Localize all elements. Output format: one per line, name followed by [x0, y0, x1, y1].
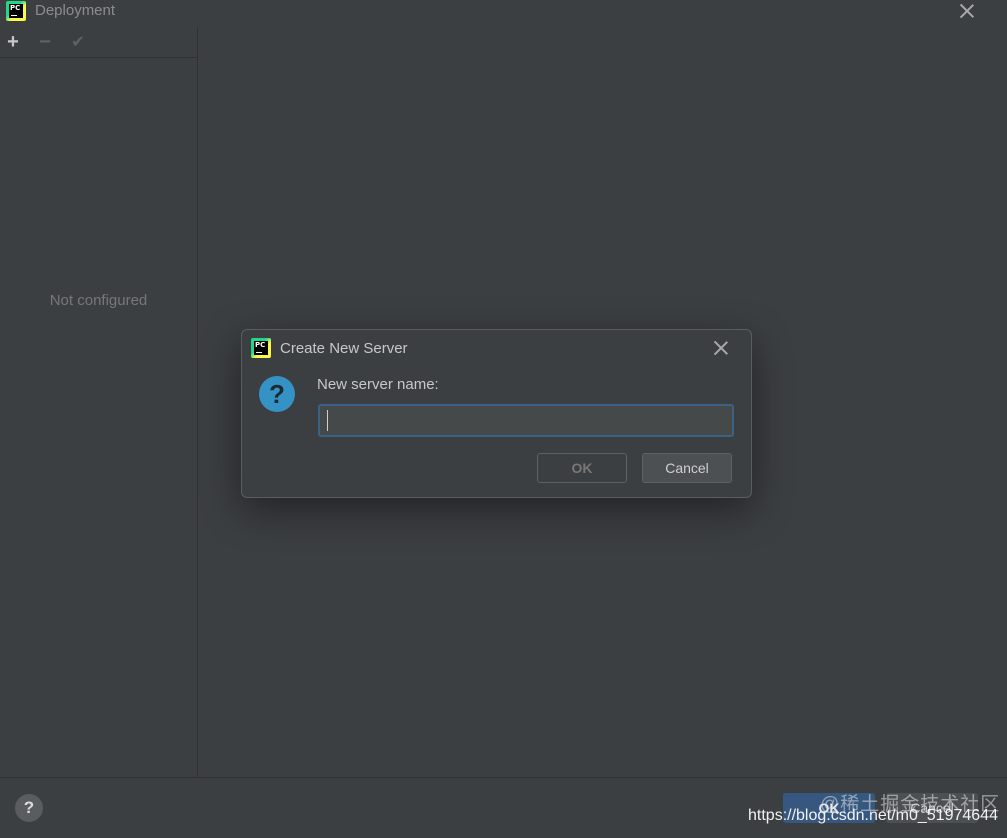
deployment-window: PC Deployment + − ✔ Not configured ? OK …	[0, 0, 1007, 838]
help-icon[interactable]: ?	[15, 794, 43, 822]
minus-icon[interactable]: −	[34, 31, 56, 53]
dialog-title: Create New Server	[280, 340, 408, 357]
dialog-close-icon[interactable]	[713, 340, 729, 356]
empty-state-text: Not configured	[49, 292, 148, 309]
plus-icon[interactable]: +	[2, 31, 24, 53]
create-new-server-dialog: PC Create New Server ? New server name: …	[241, 329, 752, 498]
server-name-input[interactable]	[318, 404, 734, 437]
server-toolbar: + − ✔	[0, 27, 197, 58]
window-title: Deployment	[35, 2, 116, 19]
dialog-cancel-button[interactable]: Cancel	[642, 453, 732, 483]
close-icon[interactable]	[959, 3, 975, 19]
server-list-panel: + − ✔ Not configured	[0, 27, 198, 777]
logo-text: PC	[9, 4, 23, 18]
title-bar: PC Deployment	[0, 0, 1007, 22]
pycharm-logo-icon: PC	[6, 1, 26, 21]
dialog-ok-button[interactable]: OK	[537, 453, 627, 483]
server-name-label: New server name:	[317, 376, 439, 393]
check-icon[interactable]: ✔	[67, 31, 89, 53]
watermark-csdn: https://blog.csdn.net/m0_51974644	[748, 807, 998, 824]
dialog-logo-text: PC	[254, 341, 268, 355]
text-caret	[327, 410, 328, 431]
pycharm-logo-icon: PC	[251, 338, 271, 358]
question-icon: ?	[259, 376, 295, 412]
